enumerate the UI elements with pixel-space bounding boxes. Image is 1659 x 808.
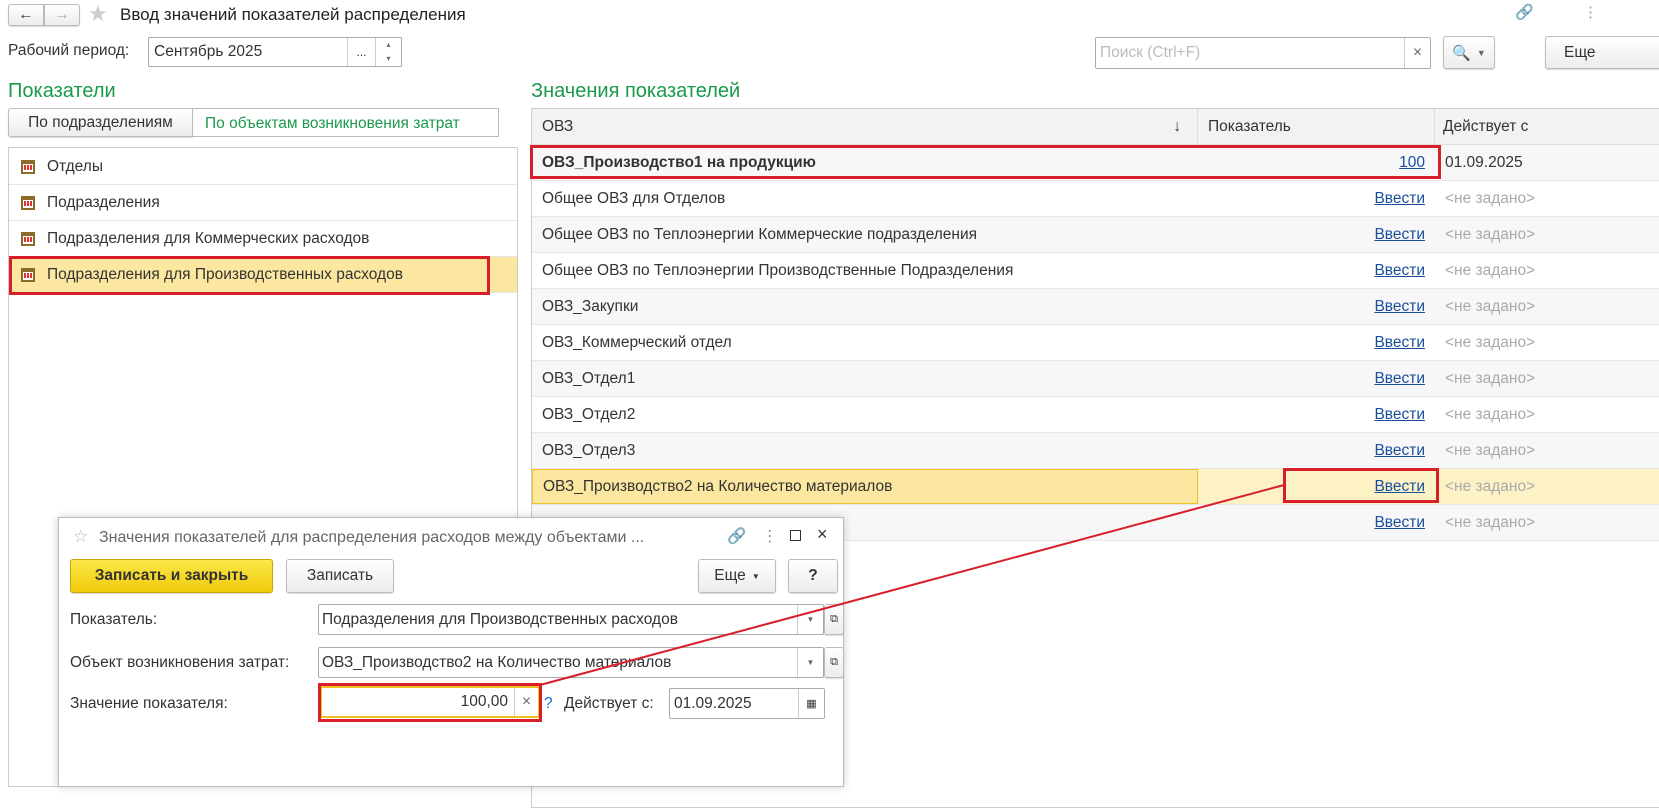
- annotation-line: [539, 484, 1285, 686]
